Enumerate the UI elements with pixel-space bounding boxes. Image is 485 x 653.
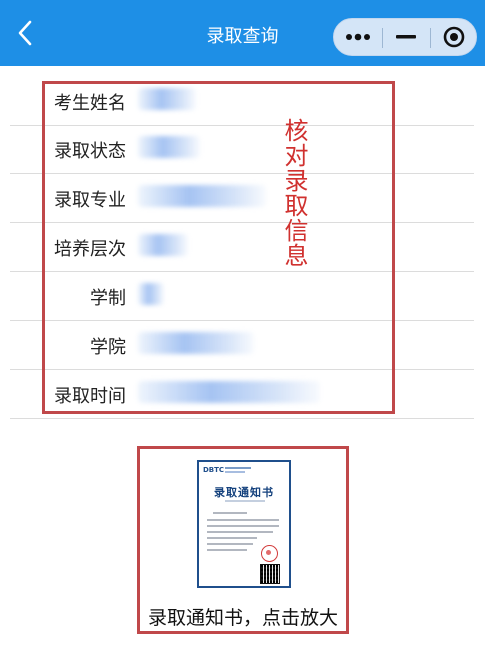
field-label: 录取时间 <box>54 386 126 407</box>
more-button[interactable] <box>334 19 382 55</box>
letter-subtitle-line <box>225 500 265 502</box>
letter-title: 录取通知书 <box>214 486 274 499</box>
qr-code-pattern <box>261 565 279 583</box>
field-label: 录取状态 <box>54 141 126 162</box>
logo-text-line <box>225 471 245 473</box>
info-row-admission-time: 录取时间 <box>10 371 474 419</box>
field-label: 培养层次 <box>54 239 126 260</box>
seal-center <box>266 550 271 555</box>
back-button[interactable] <box>10 18 40 48</box>
letter-caption[interactable]: 录取通知书，点击放大 <box>140 603 346 630</box>
field-value <box>138 234 188 256</box>
info-row-name: 考生姓名 <box>10 78 474 126</box>
school-logo: DBTC <box>203 466 225 474</box>
field-label: 学院 <box>90 337 126 358</box>
minimize-button[interactable] <box>382 19 430 55</box>
more-dots-icon <box>346 33 370 41</box>
close-button[interactable] <box>430 19 478 55</box>
field-value <box>138 332 254 354</box>
info-row-duration: 学制 <box>10 273 474 321</box>
info-row-status: 录取状态 <box>10 126 474 174</box>
field-value <box>138 136 200 158</box>
target-close-icon <box>443 26 465 48</box>
navigation-bar: 录取查询 <box>0 0 485 66</box>
logo-text-line <box>225 467 251 469</box>
mini-program-capsule <box>333 18 477 56</box>
letter-text-line <box>207 525 279 527</box>
field-label: 学制 <box>90 288 126 309</box>
annotation-text: 核对录取信息 <box>280 118 308 268</box>
info-row-college: 学院 <box>10 322 474 370</box>
letter-text-line <box>213 512 247 514</box>
admission-letter-thumbnail[interactable]: DBTC 录取通知书 <box>197 460 291 588</box>
field-label: 录取专业 <box>54 190 126 211</box>
letter-text-line <box>207 543 253 545</box>
field-value <box>138 88 196 110</box>
letter-text-line <box>207 549 247 551</box>
admission-letter-card[interactable]: DBTC 录取通知书 录取通知书，点击放大 <box>137 446 349 634</box>
minimize-icon <box>396 35 416 39</box>
field-value <box>138 283 164 305</box>
letter-text-line <box>207 537 257 539</box>
info-row-level: 培养层次 <box>10 224 474 272</box>
chevron-left-icon <box>18 20 32 46</box>
letter-text-line <box>207 531 273 533</box>
letter-text-line <box>207 519 279 521</box>
info-row-major: 录取专业 <box>10 175 474 223</box>
field-value <box>138 381 320 403</box>
field-value <box>138 185 266 207</box>
field-label: 考生姓名 <box>54 93 126 114</box>
